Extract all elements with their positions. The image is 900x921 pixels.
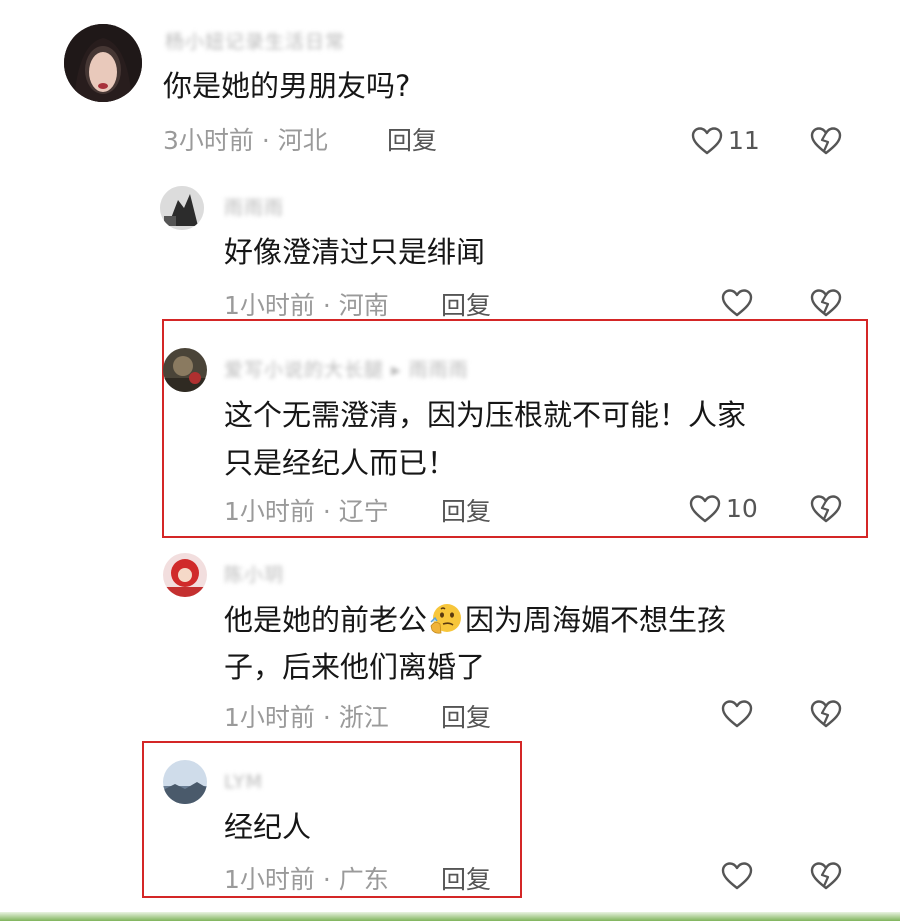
avatar-portrait-icon bbox=[64, 24, 142, 102]
avatar-image-icon bbox=[163, 760, 207, 804]
comment-meta: 1小时前 · 河南 bbox=[224, 290, 389, 322]
avatar-image-icon bbox=[163, 348, 207, 392]
meta-separator: · bbox=[253, 126, 278, 155]
avatar-image-icon bbox=[160, 186, 204, 230]
heart-outline-icon bbox=[721, 289, 753, 317]
comment-location: 河南 bbox=[338, 291, 389, 320]
like-button[interactable] bbox=[720, 286, 754, 320]
comment-text-line-1: 这个无需澄清，因为压根就不可能！人家 bbox=[224, 398, 747, 432]
comment-text-segment: 他是她的前老公 bbox=[224, 603, 428, 637]
comment-meta: 1小时前 · 浙江 bbox=[224, 702, 389, 734]
heart-outline-icon bbox=[689, 495, 721, 523]
username[interactable]: LYM bbox=[224, 770, 263, 794]
comment-time: 1小时前 bbox=[224, 291, 315, 320]
dislike-button[interactable] bbox=[809, 286, 843, 320]
avatar[interactable] bbox=[163, 553, 207, 597]
reply-button[interactable]: 回复 bbox=[441, 702, 491, 734]
username[interactable]: 雨雨雨 bbox=[224, 196, 284, 220]
username[interactable]: 爱写小说的大长腿 ▸ 雨雨雨 bbox=[224, 358, 469, 382]
thinking-face-icon bbox=[430, 604, 462, 634]
comment-location: 辽宁 bbox=[338, 497, 389, 526]
like-button[interactable] bbox=[720, 859, 754, 893]
reply-to-username[interactable]: 雨雨雨 bbox=[409, 359, 469, 381]
comment-meta: 1小时前 · 辽宁 bbox=[224, 496, 389, 528]
comment-location: 浙江 bbox=[338, 703, 389, 732]
comment-location: 河北 bbox=[277, 126, 328, 155]
broken-heart-icon bbox=[810, 127, 842, 155]
username[interactable]: 杨小妞记录生活日常 bbox=[165, 30, 345, 54]
comment-meta: 1小时前 · 广东 bbox=[224, 864, 389, 896]
meta-separator: · bbox=[314, 497, 339, 526]
comment-time: 1小时前 bbox=[224, 865, 315, 894]
comment-text-line-2: 子，后来他们离婚了 bbox=[224, 650, 486, 684]
comment-time: 1小时前 bbox=[224, 497, 315, 526]
meta-separator: · bbox=[314, 703, 339, 732]
like-button[interactable] bbox=[720, 697, 754, 731]
broken-heart-icon bbox=[810, 289, 842, 317]
like-button[interactable]: 10 bbox=[688, 492, 758, 526]
like-count: 10 bbox=[726, 494, 758, 523]
avatar[interactable] bbox=[163, 760, 207, 804]
username-text[interactable]: 爱写小说的大长腿 bbox=[224, 359, 384, 381]
avatar-image-icon bbox=[163, 553, 207, 597]
like-button[interactable]: 11 bbox=[690, 124, 760, 158]
dislike-button[interactable] bbox=[809, 859, 843, 893]
meta-separator: · bbox=[314, 865, 339, 894]
comment-text-line-1: 他是她的前老公 因为周海媚不想生孩 bbox=[224, 598, 726, 642]
comment-text: 你是她的男朋友吗? bbox=[163, 69, 411, 103]
comment-thread-screenshot: 杨小妞记录生活日常 你是她的男朋友吗? 3小时前 · 河北 回复 11 雨雨雨 … bbox=[0, 0, 900, 921]
dislike-button[interactable] bbox=[809, 124, 843, 158]
bottom-green-strip bbox=[0, 912, 900, 921]
comment-time: 1小时前 bbox=[224, 703, 315, 732]
avatar[interactable] bbox=[163, 348, 207, 392]
comment-text-segment: 因为周海媚不想生孩 bbox=[465, 603, 727, 637]
avatar[interactable] bbox=[64, 24, 142, 102]
comment-time: 3小时前 bbox=[163, 126, 254, 155]
comment-text: 经纪人 bbox=[224, 810, 312, 844]
comment-location: 广东 bbox=[338, 865, 389, 894]
dislike-button[interactable] bbox=[809, 697, 843, 731]
reply-button[interactable]: 回复 bbox=[387, 125, 437, 157]
heart-outline-icon bbox=[721, 700, 753, 728]
comment-meta: 3小时前 · 河北 bbox=[163, 125, 328, 157]
avatar[interactable] bbox=[160, 186, 204, 230]
dislike-button[interactable] bbox=[809, 492, 843, 526]
reply-button[interactable]: 回复 bbox=[441, 864, 491, 896]
comment-text-line-2: 只是经纪人而已！ bbox=[224, 446, 457, 480]
meta-separator: · bbox=[314, 291, 339, 320]
username[interactable]: 陈小玥 bbox=[224, 563, 284, 587]
heart-outline-icon bbox=[721, 862, 753, 890]
broken-heart-icon bbox=[810, 495, 842, 523]
thinking-face-emoji bbox=[429, 602, 463, 636]
broken-heart-icon bbox=[810, 862, 842, 890]
comment-text: 好像澄清过只是绯闻 bbox=[224, 235, 486, 269]
reply-button[interactable]: 回复 bbox=[441, 290, 491, 322]
broken-heart-icon bbox=[810, 700, 842, 728]
reply-button[interactable]: 回复 bbox=[441, 496, 491, 528]
like-count: 11 bbox=[728, 126, 760, 155]
reply-arrow-icon: ▸ bbox=[391, 359, 402, 381]
heart-outline-icon bbox=[691, 127, 723, 155]
